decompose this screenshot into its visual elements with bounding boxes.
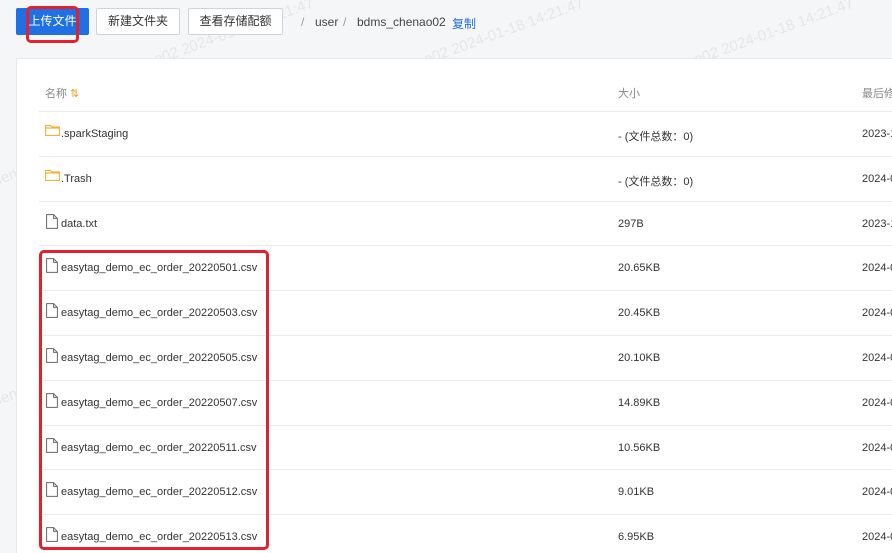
toolbar: 上传文件 新建文件夹 查看存储配额 / user / bdms_chenao02… [0,0,892,46]
file-icon [46,527,58,545]
table-row[interactable]: easytag_demo_ec_order_20220513.csv 6.95KB… [39,514,892,553]
file-size: 297B [618,217,644,230]
modified-date: 2024-0 [862,486,892,499]
breadcrumb-item-current: bdms_chenao02 [357,15,446,29]
table-row[interactable]: easytag_demo_ec_order_20220505.csv 20.10K… [39,335,892,380]
folder-icon [45,124,60,139]
modified-date: 2024-0 [862,262,892,275]
modified-date: 2024-0 [862,307,892,320]
file-icon [46,392,58,411]
file-name[interactable]: easytag_demo_ec_order_20220511.csv [61,442,257,454]
file-name[interactable]: data.txt [61,218,97,230]
table-row[interactable]: easytag_demo_ec_order_20220512.csv 9.01KB… [39,469,892,514]
file-size: 20.10KB [618,352,661,364]
file-icon [46,348,58,366]
file-name[interactable]: easytag_demo_ec_order_20220505.csv [61,352,257,364]
file-name[interactable]: easytag_demo_ec_order_20220501.csv [61,262,257,274]
file-name[interactable]: .sparkStaging [61,128,128,140]
table-row[interactable]: .Trash - (文件总数：0) 2024-0 [39,155,892,201]
file-name[interactable]: easytag_demo_ec_order_20220507.csv [61,397,257,409]
file-name[interactable]: easytag_demo_ec_order_20220503.csv [61,307,257,319]
breadcrumb-item-user[interactable]: user [315,15,338,29]
modified-date: 2024-0 [862,172,892,185]
sort-icon[interactable]: ⇅ [70,88,79,100]
modified-date: 2024-0 [862,531,892,544]
file-size: 20.45KB [618,307,661,320]
column-header-modified: 最后修 [862,88,892,100]
file-name[interactable]: easytag_demo_ec_order_20220512.csv [61,486,257,498]
table-row[interactable]: .sparkStaging - (文件总数：0) 2023-1 [39,111,892,156]
table-row[interactable]: easytag_demo_ec_order_20220503.csv 20.45K… [39,290,892,335]
breadcrumb-separator: / [301,15,305,29]
file-name[interactable]: .Trash [61,173,92,185]
modified-date: 2024-0 [862,396,892,409]
modified-date: 2024-0 [862,441,892,454]
file-icon [46,303,58,321]
table-row[interactable]: data.txt 297B 2023-1 [39,200,892,246]
file-icon [46,213,58,232]
table-header: 名称 ⇅ 大小 最后修 [17,59,892,111]
file-size: 9.01KB [618,486,655,499]
new-folder-button[interactable]: 新建文件夹 [96,8,180,35]
file-size: 14.89KB [618,396,661,409]
column-header-name-label: 名称 [45,88,67,100]
folder-icon [45,169,60,184]
table-row[interactable]: easytag_demo_ec_order_20220501.csv 20.65K… [39,245,892,290]
file-size: - (文件总数：0) [618,131,694,143]
file-icon [46,258,58,276]
upload-file-button[interactable]: 上传文件 [16,8,89,35]
file-size: 6.95KB [618,531,655,544]
column-header-name[interactable]: 名称 ⇅ [45,85,79,101]
table-row[interactable]: easytag_demo_ec_order_20220507.csv 14.89K… [39,379,892,425]
breadcrumb-separator: / [343,15,347,29]
file-icon [46,482,58,500]
file-table: 名称⇅ 大小 最后修 .sparkStaging - (文件总数：0) 2023-1… [16,58,892,553]
copy-path-link[interactable]: 复制 [452,15,476,32]
file-size: 20.65KB [618,262,661,275]
file-size: - (文件总数：0) [618,175,694,188]
file-name[interactable]: easytag_demo_ec_order_20220513.csv [61,531,257,543]
modified-date: 2024-0 [862,352,892,364]
file-size: 10.56KB [618,441,661,454]
modified-date: 2023-1 [862,128,892,140]
view-quota-button[interactable]: 查看存储配额 [188,8,283,35]
table-row[interactable]: easytag_demo_ec_order_20220511.csv 10.56K… [39,424,892,470]
modified-date: 2023-1 [862,217,892,230]
file-icon [46,437,58,456]
column-header-size: 大小 [618,88,640,100]
